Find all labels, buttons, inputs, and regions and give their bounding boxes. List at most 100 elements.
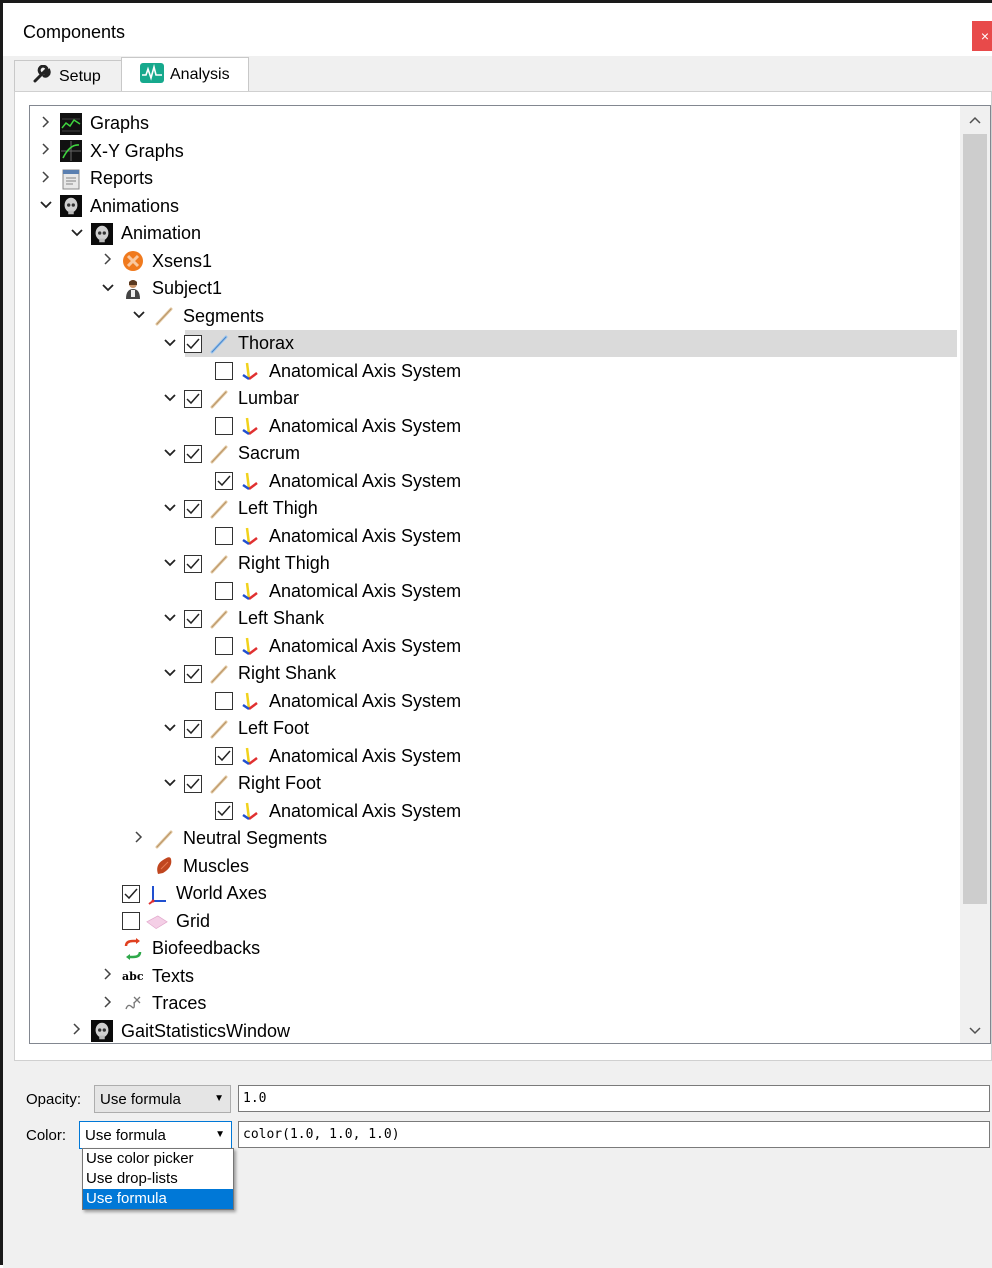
tree-item[interactable]: Biofeedbacks <box>30 935 960 962</box>
item-checkbox[interactable] <box>184 609 202 628</box>
item-checkbox[interactable] <box>215 362 233 380</box>
chevron-right-icon[interactable] <box>38 170 54 187</box>
xy-graph-icon <box>60 140 82 162</box>
tree-item[interactable]: Anatomical Axis System <box>30 358 960 385</box>
chevron-down-icon[interactable] <box>38 198 54 214</box>
chevron-down-icon[interactable] <box>162 391 178 407</box>
item-checkbox[interactable] <box>122 884 140 903</box>
item-checkbox[interactable] <box>184 554 202 573</box>
item-checkbox[interactable] <box>215 747 233 765</box>
tree-item[interactable]: Lumbar <box>30 385 960 412</box>
tree-item[interactable]: Anatomical Axis System <box>30 743 960 770</box>
opacity-mode-select[interactable]: Use formula ▼ <box>94 1085 231 1113</box>
chevron-right-icon[interactable] <box>38 115 54 132</box>
tree-item[interactable]: Neutral Segments <box>30 825 960 852</box>
color-mode-select[interactable]: Use formula ▼ <box>79 1121 232 1149</box>
chevron-down-icon[interactable] <box>69 226 85 242</box>
item-checkbox[interactable] <box>215 582 233 600</box>
tree-item[interactable]: Left Shank <box>30 605 960 632</box>
chevron-down-icon[interactable] <box>162 336 178 352</box>
scroll-down-button[interactable] <box>960 1017 990 1043</box>
chevron-down-icon[interactable] <box>162 721 178 737</box>
item-checkbox[interactable] <box>215 472 233 490</box>
tree-item[interactable]: abc Texts <box>30 963 960 990</box>
color-mode-dropdown-list[interactable]: Use color picker Use drop-lists Use form… <box>82 1148 234 1210</box>
item-checkbox[interactable] <box>215 802 233 820</box>
color-formula-input[interactable]: color(1.0, 1.0, 1.0) <box>238 1121 990 1148</box>
option-use-formula[interactable]: Use formula <box>83 1189 233 1209</box>
tree-item[interactable]: Left Foot <box>30 715 960 742</box>
tree-item[interactable]: Animation <box>30 220 960 247</box>
tree-item[interactable]: Anatomical Axis System <box>30 578 960 605</box>
item-checkbox[interactable] <box>215 692 233 710</box>
tree-item[interactable]: Anatomical Axis System <box>30 688 960 715</box>
tree-item[interactable]: Thorax <box>30 330 960 357</box>
item-checkbox[interactable] <box>184 499 202 518</box>
tree-item[interactable]: Anatomical Axis System <box>30 468 960 495</box>
chevron-right-icon[interactable] <box>131 830 147 847</box>
item-checkbox[interactable] <box>184 389 202 408</box>
tree-item-label: Left Thigh <box>238 498 318 518</box>
tree-item[interactable]: Animations <box>30 193 960 220</box>
tree-item[interactable]: Xsens1 <box>30 248 960 275</box>
tab-setup[interactable]: Setup <box>14 60 122 92</box>
tree-item-label: Left Foot <box>238 718 310 738</box>
scrollbar-thumb[interactable] <box>963 134 987 904</box>
close-button[interactable]: × <box>972 21 992 51</box>
tree-item[interactable]: Sacrum <box>30 440 960 467</box>
item-checkbox[interactable] <box>215 527 233 545</box>
chevron-down-icon[interactable] <box>162 666 178 682</box>
chevron-down-icon[interactable] <box>162 556 178 572</box>
checkmark-icon <box>217 475 231 487</box>
item-checkbox[interactable] <box>184 774 202 793</box>
option-use-color-picker[interactable]: Use color picker <box>83 1149 233 1169</box>
item-checkbox[interactable] <box>122 912 140 930</box>
tree-item[interactable]: Traces <box>30 990 960 1017</box>
opacity-formula-input[interactable]: 1.0 <box>238 1085 990 1112</box>
tree-item[interactable]: Right Thigh <box>30 550 960 577</box>
item-checkbox[interactable] <box>215 417 233 435</box>
chevron-right-icon[interactable] <box>100 995 116 1012</box>
tree-item[interactable]: X-Y Graphs <box>30 138 960 165</box>
checkmark-icon <box>186 503 200 514</box>
bone-icon <box>153 828 175 850</box>
tree-item[interactable]: Left Thigh <box>30 495 960 522</box>
tree-item[interactable]: Reports <box>30 165 960 192</box>
tree-item[interactable]: Muscles <box>30 853 960 880</box>
chevron-right-icon[interactable] <box>69 1023 85 1039</box>
tree-item[interactable]: GaitStatisticsWindow <box>30 1018 960 1044</box>
tree-item[interactable]: Anatomical Axis System <box>30 798 960 825</box>
chevron-down-icon[interactable] <box>162 611 178 627</box>
chevron-down-icon[interactable] <box>162 446 178 462</box>
tree-item[interactable]: Grid <box>30 908 960 935</box>
tree-item[interactable]: Right Foot <box>30 770 960 797</box>
chevron-down-icon[interactable] <box>162 776 178 792</box>
tree-item[interactable]: Anatomical Axis System <box>30 633 960 660</box>
item-checkbox[interactable] <box>184 444 202 463</box>
item-checkbox[interactable] <box>184 719 202 738</box>
chevron-down-icon[interactable] <box>100 281 116 297</box>
tree-item[interactable]: Anatomical Axis System <box>30 413 960 440</box>
vertical-scrollbar[interactable] <box>960 106 990 1043</box>
tree-item[interactable]: World Axes <box>30 880 960 907</box>
tree-item[interactable]: Subject1 <box>30 275 960 302</box>
item-checkbox[interactable] <box>215 637 233 655</box>
item-checkbox[interactable] <box>184 664 202 683</box>
tree-item[interactable]: Right Shank <box>30 660 960 687</box>
tree-item[interactable]: Graphs <box>30 110 960 137</box>
component-tree[interactable]: GaitStatisticsWindow Traces abc Texts Biofee… <box>29 105 991 1044</box>
option-use-drop-lists[interactable]: Use drop-lists <box>83 1169 233 1189</box>
item-checkbox[interactable] <box>184 334 202 353</box>
chevron-right-icon[interactable] <box>38 143 54 159</box>
waveform-icon <box>140 62 164 88</box>
checkmark-icon <box>186 393 200 404</box>
tree-item[interactable]: Anatomical Axis System <box>30 523 960 550</box>
scroll-up-button[interactable] <box>960 106 990 132</box>
tree-item-label: Animations <box>90 195 180 216</box>
chevron-right-icon[interactable] <box>100 253 116 269</box>
tab-analysis[interactable]: Analysis <box>121 57 249 92</box>
chevron-down-icon[interactable] <box>162 501 178 517</box>
chevron-right-icon[interactable] <box>100 968 116 984</box>
chevron-down-icon[interactable] <box>131 308 147 324</box>
tree-item[interactable]: Segments <box>30 303 960 330</box>
